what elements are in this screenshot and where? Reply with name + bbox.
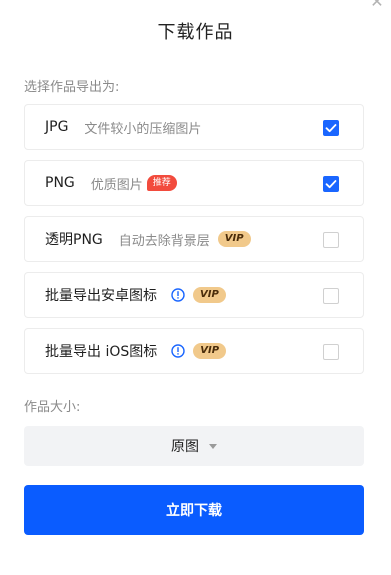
option-name: 批量导出 iOS图标 [45,344,158,360]
export-section-label: 选择作品导出为: [24,80,120,95]
vip-badge: VIP [193,343,227,359]
info-icon[interactable] [171,288,185,302]
option-desc: 优质图片 [90,177,143,193]
option-transparent-png[interactable]: 透明PNG 自动去除背景层 VIP [24,216,364,262]
checkbox-ios-icons[interactable] [323,344,339,360]
checkbox-transparent-png[interactable] [323,232,339,248]
vip-badge: VIP [217,231,251,247]
option-png[interactable]: PNG 优质图片 推荐 [24,160,364,206]
option-name: 透明PNG [45,232,103,248]
close-icon[interactable]: ✕ [369,0,385,10]
dialog-title: 下载作品 [157,22,234,43]
download-button[interactable]: 立即下载 [24,485,364,535]
checkbox-jpg[interactable] [323,120,339,136]
option-ios-icons[interactable]: 批量导出 iOS图标 VIP [24,328,364,374]
size-section-label: 作品大小: [24,400,81,415]
option-desc: 文件较小的压缩图片 [84,121,202,137]
check-icon [325,124,337,133]
info-icon[interactable] [171,344,185,358]
checkbox-png[interactable] [323,176,339,192]
option-name: JPG [45,119,69,135]
vip-badge: VIP [193,287,226,303]
check-icon [325,180,337,189]
option-name: PNG [45,175,75,191]
size-selected-value: 原图 [171,439,199,455]
caret-down-icon [209,443,217,449]
export-options: JPG 文件较小的压缩图片 PNG 优质图片 推荐 透明PNG 自动去除背景层 … [24,104,364,384]
option-name: 批量导出安卓图标 [45,288,157,304]
option-jpg[interactable]: JPG 文件较小的压缩图片 [24,104,364,150]
option-android-icons[interactable]: 批量导出安卓图标 VIP [24,272,364,318]
checkbox-android-icons[interactable] [323,288,339,304]
option-desc: 自动去除背景层 [118,233,210,249]
recommend-badge: 推荐 [146,175,177,191]
size-select[interactable]: 原图 [24,426,364,466]
download-dialog: ✕ 下载作品 选择作品导出为: JPG 文件较小的压缩图片 PNG 优质图片 推… [0,0,391,575]
